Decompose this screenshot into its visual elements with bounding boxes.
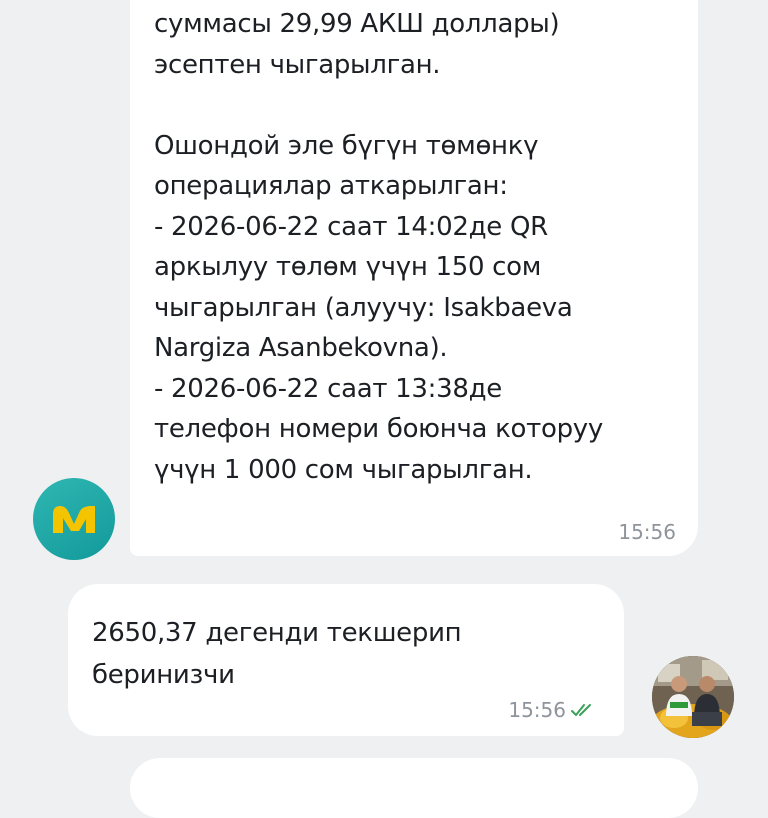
incoming-message-text: суммасы 29,99 АКШ доллары) эсептен чыгар… xyxy=(154,9,603,485)
outgoing-message-bubble[interactable]: 2650,37 дегенди текшерип беринизчи 15:56 xyxy=(68,584,624,736)
incoming-message-time: 15:56 xyxy=(618,520,676,544)
incoming-message-bubble[interactable]: суммасы 29,99 АКШ доллары) эсептен чыгар… xyxy=(130,0,698,556)
outgoing-message-text: 2650,37 дегенди текшерип беринизчи xyxy=(92,618,462,690)
user-photo-icon xyxy=(652,656,734,738)
bank-avatar[interactable] xyxy=(33,478,115,560)
outgoing-message-meta: 15:56 xyxy=(508,698,596,722)
next-message-bubble[interactable] xyxy=(130,758,698,818)
bank-logo-icon xyxy=(53,506,95,533)
double-check-icon xyxy=(571,704,591,716)
outgoing-message-time: 15:56 xyxy=(508,698,566,722)
user-avatar[interactable] xyxy=(652,656,734,738)
chat-area[interactable]: суммасы 29,99 АКШ доллары) эсептен чыгар… xyxy=(0,0,768,818)
